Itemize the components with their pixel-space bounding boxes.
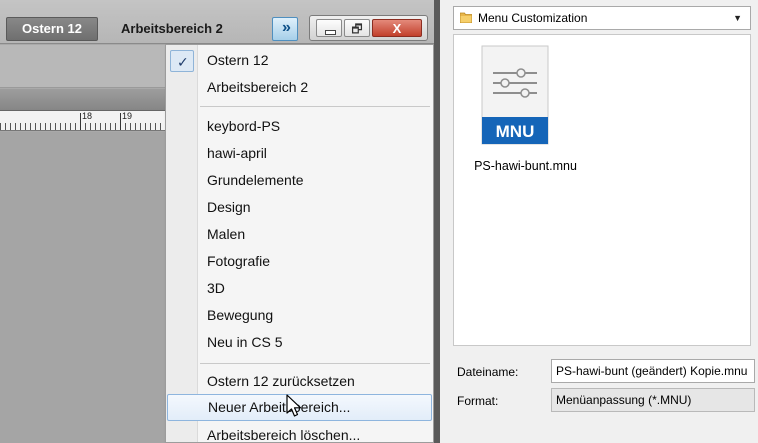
menu-item-label: Ostern 12	[207, 52, 269, 68]
filename-label: Dateiname:	[457, 365, 519, 379]
menu-item-label: Design	[207, 199, 251, 215]
file-browser-pane: MNU PS-hawi-bunt.mnu	[453, 34, 751, 346]
menu-separator	[200, 363, 430, 364]
filename-input[interactable]: PS-hawi-bunt (geändert) Kopie.mnu	[551, 359, 755, 383]
menu-separator	[200, 106, 430, 107]
minimize-button[interactable]	[316, 19, 342, 37]
restore-button[interactable]: 🗗	[344, 19, 370, 37]
file-item[interactable]: MNU PS-hawi-bunt.mnu	[463, 45, 588, 175]
menu-item-saved-workspace[interactable]: Bewegung	[167, 302, 432, 329]
menu-item-saved-workspace[interactable]: hawi-april	[167, 140, 432, 167]
menu-item-label: Neuer Arbeitsbereich...	[208, 399, 351, 415]
menu-item-saved-workspace[interactable]: Grundelemente	[167, 167, 432, 194]
workspace-tab-active[interactable]: Ostern 12	[6, 17, 98, 41]
menu-item-label: hawi-april	[207, 145, 267, 161]
menu-item-reset-workspace[interactable]: Ostern 12 zurücksetzen	[167, 368, 432, 395]
format-label: Format:	[457, 394, 499, 408]
workspace-tab[interactable]: Arbeitsbereich 2	[121, 17, 223, 41]
menu-item-delete-workspace[interactable]: Arbeitsbereich löschen...	[167, 422, 432, 443]
menu-item-saved-workspace[interactable]: Fotografie	[167, 248, 432, 275]
location-label: Menu Customization	[478, 11, 588, 25]
workspace-expand-button[interactable]: »	[272, 17, 298, 41]
window-controls: 🗗 X	[309, 15, 428, 41]
mouse-pointer-icon	[286, 394, 302, 417]
menu-item-label: Arbeitsbereich löschen...	[207, 427, 361, 443]
menu-item-saved-workspace[interactable]: 3D	[167, 275, 432, 302]
file-item-label: PS-hawi-bunt.mnu	[474, 159, 577, 173]
menu-item-label: 3D	[207, 280, 225, 296]
menu-item-arbeitsbereich-2[interactable]: Arbeitsbereich 2	[167, 74, 432, 101]
close-button[interactable]: X	[372, 19, 422, 37]
menu-item-saved-workspace[interactable]: keybord-PS	[167, 113, 432, 140]
workspace-menu: ✓ Ostern 12 Arbeitsbereich 2 keybord-PS …	[165, 44, 434, 443]
application-bar: Ostern 12 Arbeitsbereich 2 » 🗗 X	[0, 0, 440, 44]
menu-item-label: Grundelemente	[207, 172, 304, 188]
folder-icon	[460, 12, 472, 23]
menu-item-saved-workspace[interactable]: Neu in CS 5	[167, 329, 432, 356]
menu-item-saved-workspace[interactable]: Design	[167, 194, 432, 221]
menu-item-label: Arbeitsbereich 2	[207, 79, 309, 95]
location-dropdown[interactable]: Menu Customization ▼	[453, 6, 751, 30]
ruler-major-tick	[120, 113, 121, 130]
chevron-down-icon[interactable]: ▼	[733, 7, 742, 29]
menu-item-label: Neu in CS 5	[207, 334, 283, 350]
checkmark-box: ✓	[170, 50, 194, 72]
menu-item-ostern-12[interactable]: ✓ Ostern 12	[167, 47, 432, 74]
menu-item-label: Bewegung	[207, 307, 274, 323]
menu-item-label: Ostern 12 zurücksetzen	[207, 373, 355, 389]
checkmark-icon: ✓	[177, 54, 189, 70]
mnu-file-icon: MNU	[481, 45, 549, 145]
menu-item-label: Fotografie	[207, 253, 271, 269]
ruler-label: 19	[122, 111, 133, 121]
format-select[interactable]: Menüanpassung (*.MNU)	[551, 388, 755, 412]
menu-item-saved-workspace[interactable]: Malen	[167, 221, 432, 248]
ruler-label: 18	[82, 111, 93, 121]
menu-item-label: Malen	[207, 226, 246, 242]
menu-item-label: keybord-PS	[207, 118, 281, 134]
ruler-major-tick	[80, 113, 81, 130]
file-icon-badge-text: MNU	[496, 122, 535, 141]
